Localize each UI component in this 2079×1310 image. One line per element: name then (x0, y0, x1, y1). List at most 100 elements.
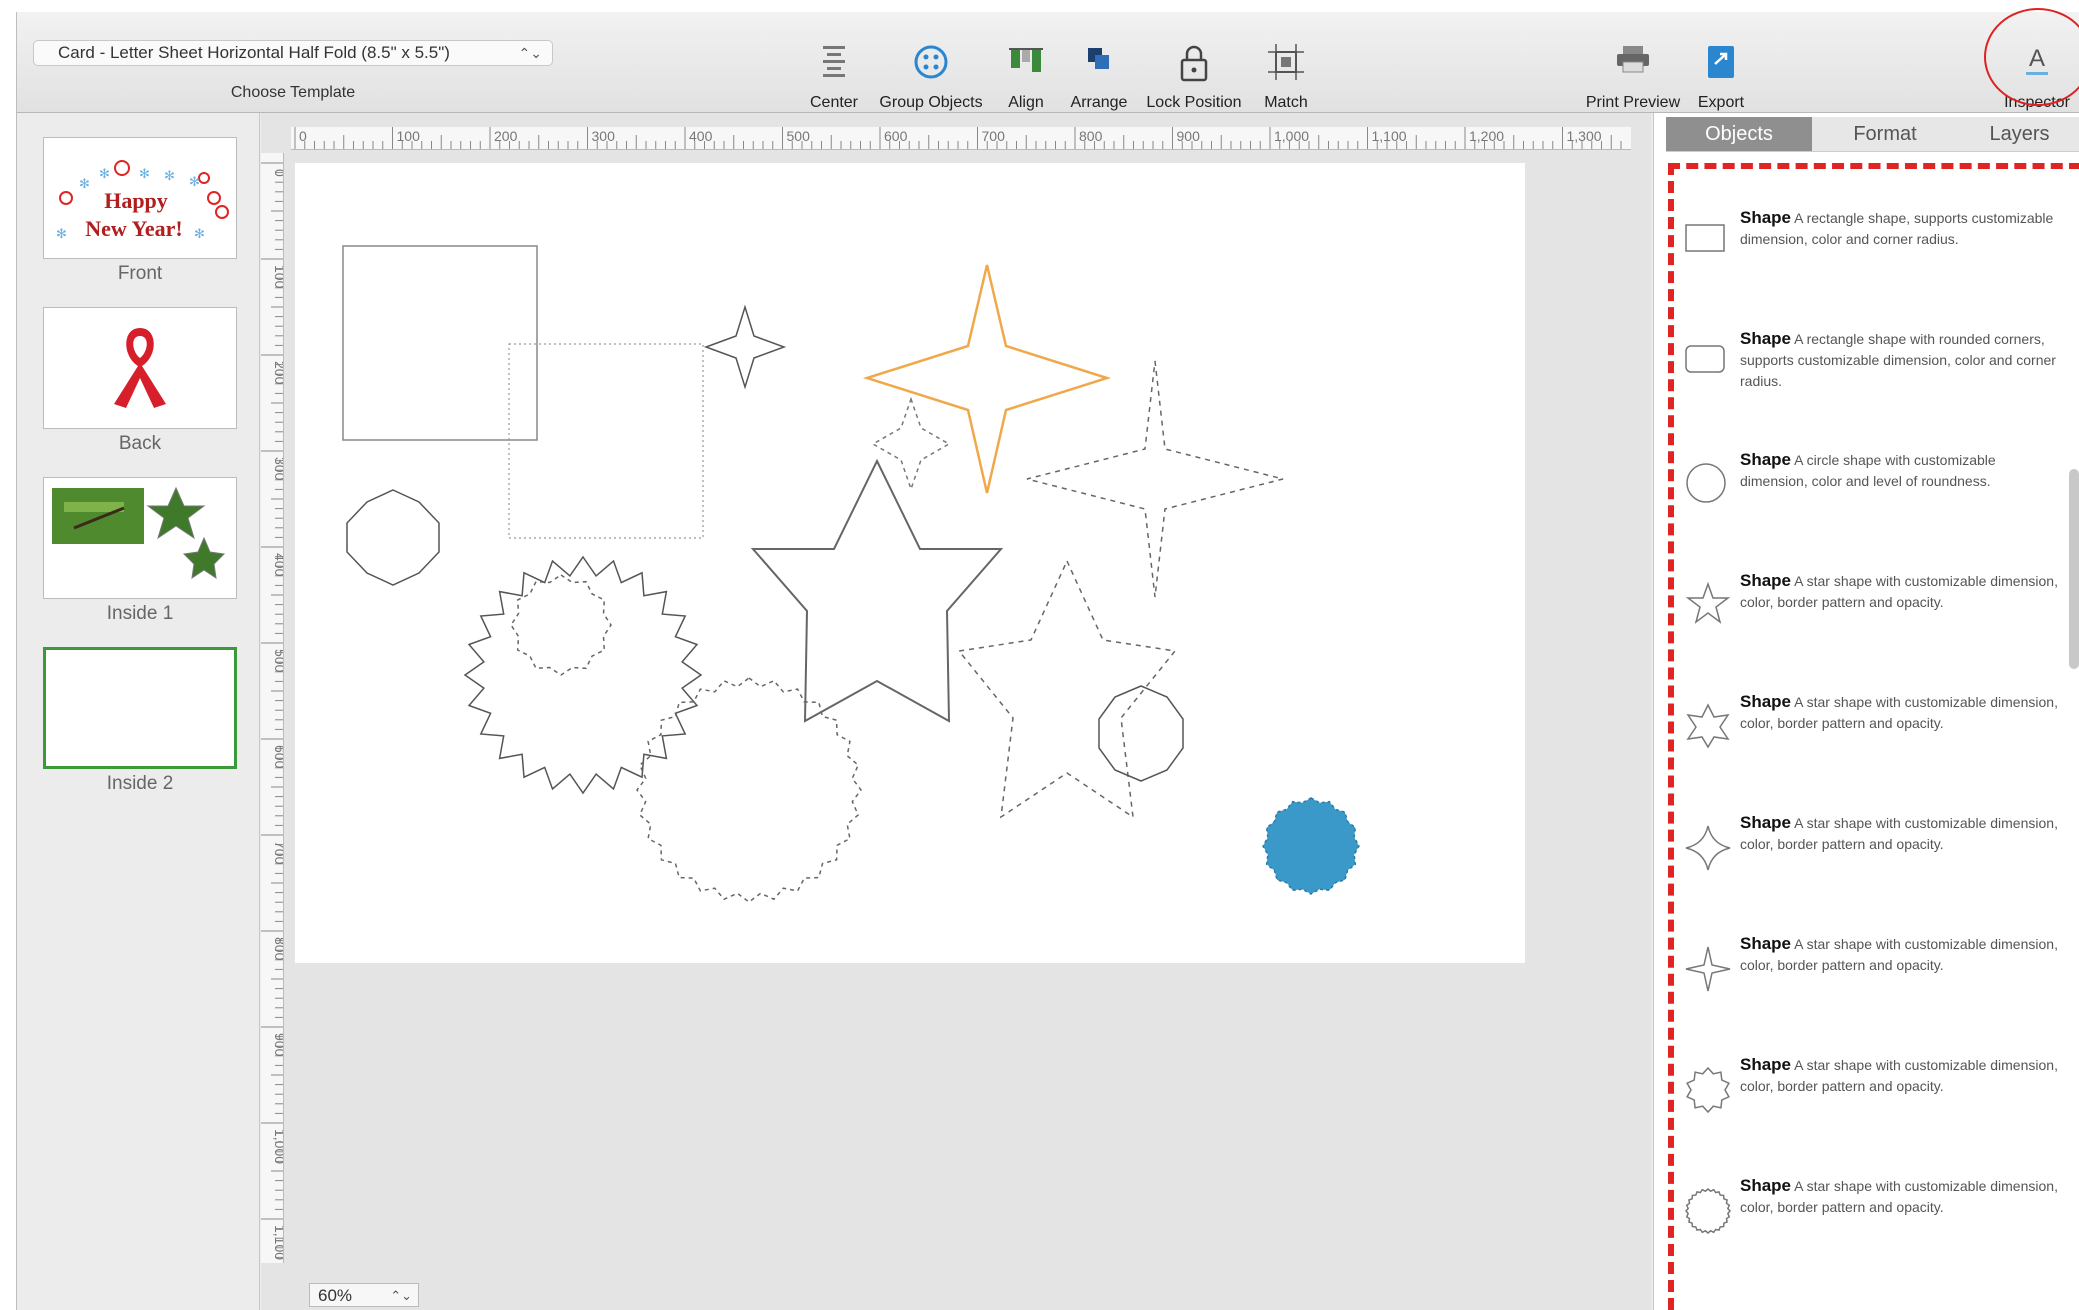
small-four-point-star-shape[interactable] (703, 304, 787, 390)
dashed-five-point-star-shape[interactable] (957, 559, 1177, 819)
ruler-label: 1,000 (272, 1129, 283, 1164)
horizontal-ruler: 0 100 200 300 400 500 600 700 800 900 1,000 1,100 1,… (291, 127, 1631, 150)
five-point-star-icon (1685, 581, 1731, 624)
svg-text:✻: ✻ (164, 168, 175, 183)
object-item-star-5[interactable]: Shape A star shape with customizable dim… (1674, 562, 2079, 672)
inside-1-photo-preview (52, 486, 226, 580)
lock-position-button[interactable]: Lock Position (1139, 30, 1249, 111)
design-page[interactable] (295, 163, 1525, 963)
printer-icon (1617, 46, 1649, 73)
object-item-seal[interactable]: Shape A star shape with customizable dim… (1674, 1167, 2079, 1277)
front-text-happy: Happy (104, 188, 168, 213)
dashed-small-seal-shape[interactable] (510, 574, 612, 676)
dashed-seal-shape[interactable] (636, 677, 862, 903)
object-item-title: Shape (1740, 571, 1792, 590)
object-item-title: Shape (1740, 450, 1792, 469)
ruler-label: 800 (272, 937, 283, 961)
export-button[interactable]: Export (1689, 30, 1753, 111)
object-item-circle[interactable]: Shape A circle shape with customizable d… (1674, 441, 2079, 551)
ruler-label: 500 (787, 128, 811, 144)
group-objects-label: Group Objects (879, 94, 983, 111)
object-item-star-4[interactable]: Shape A star shape with customizable dim… (1674, 925, 2079, 1035)
tab-format[interactable]: Format (1812, 117, 1958, 151)
object-item-description: Shape A star shape with customizable dim… (1740, 812, 2060, 855)
circle-icon (1686, 463, 1726, 503)
svg-text:✻: ✻ (194, 226, 205, 241)
ruler-label: 100 (272, 265, 283, 289)
octagon-shape[interactable] (1098, 685, 1184, 782)
arrange-label: Arrange (1070, 94, 1128, 111)
object-item-title: Shape (1740, 934, 1792, 953)
object-item-diamond-star[interactable]: Shape A star shape with customizable dim… (1674, 804, 2079, 914)
diamond-star-icon (1685, 825, 1731, 871)
ruler-label: 1,200 (1469, 128, 1504, 144)
ruler-label: 1,100 (272, 1225, 283, 1260)
align-center-icon (823, 46, 845, 77)
ruler-label: 900 (1177, 128, 1201, 144)
object-item-description: Shape A rectangle shape, supports custom… (1740, 207, 2060, 250)
ruler-label: 1,000 (1274, 128, 1309, 144)
ruler-label: 600 (884, 128, 908, 144)
blue-seal-shape[interactable] (1262, 797, 1360, 895)
ribbon-icon (114, 328, 166, 408)
dotted-rectangle-shape[interactable] (508, 343, 704, 539)
select-chevron-icon: ⌃⌄ (518, 45, 542, 61)
tab-layers[interactable]: Layers (1958, 117, 2079, 151)
object-item-rounded-rectangle[interactable]: Shape A rectangle shape with rounded cor… (1674, 320, 2079, 430)
svg-text:✻: ✻ (56, 226, 67, 241)
svg-text:✻: ✻ (79, 176, 90, 191)
object-item-star-6[interactable]: Shape A star shape with customizable dim… (1674, 683, 2079, 793)
svg-text:✻: ✻ (99, 166, 110, 181)
align-button[interactable]: Align (993, 30, 1059, 111)
selected-orange-star-shape[interactable] (862, 264, 1112, 494)
ruler-label: 900 (272, 1033, 283, 1057)
seal-icon (1685, 1188, 1731, 1234)
starburst-shape[interactable] (463, 555, 703, 795)
four-point-star-icon (1685, 946, 1731, 992)
thumbnail-front[interactable]: ✻ ✻ ✻ ✻ ✻ ✻ ✻ Happy New Year! (43, 137, 237, 259)
tab-objects[interactable]: Objects (1666, 117, 1812, 151)
object-item-rectangle[interactable]: Shape A rectangle shape, supports custom… (1674, 199, 2079, 309)
inspector-scrollbar[interactable] (2069, 469, 2079, 669)
object-item-title: Shape (1740, 1176, 1792, 1195)
horizontal-ruler-ticks: 0 100 200 300 400 500 600 700 800 900 1,000 1,100 1,… (294, 127, 1622, 149)
ruler-label: 100 (397, 128, 421, 144)
zoom-select[interactable]: 60% ⌃⌄ (309, 1283, 419, 1307)
ruler-label: 400 (272, 553, 283, 577)
object-item-description: Shape A star shape with customizable dim… (1740, 691, 2060, 734)
toolbar: Card - Letter Sheet Horizontal Half Fold… (17, 12, 2079, 113)
objects-list: Shape A rectangle shape, supports custom… (1668, 163, 2079, 1310)
object-item-description: Shape A star shape with customizable dim… (1740, 1175, 2060, 1218)
ruler-label: 1,100 (1372, 128, 1407, 144)
heptagon-shape[interactable] (346, 489, 440, 586)
thumbnail-back[interactable] (43, 307, 237, 429)
lock-position-label: Lock Position (1146, 94, 1242, 111)
template-select-value: Card - Letter Sheet Horizontal Half Fold… (58, 43, 450, 62)
group-objects-button[interactable]: Group Objects (869, 30, 993, 111)
ruler-label: 200 (494, 128, 518, 144)
dashed-four-point-star-shape[interactable] (1026, 360, 1284, 598)
six-point-star-icon (1686, 703, 1730, 749)
align-label: Align (1008, 94, 1044, 111)
align-icon (1009, 48, 1043, 72)
template-select[interactable]: Card - Letter Sheet Horizontal Half Fold… (33, 40, 553, 66)
arrange-button[interactable]: Arrange (1059, 30, 1139, 111)
print-preview-button[interactable]: Print Preview (1577, 30, 1689, 111)
rectangle-shape[interactable] (342, 245, 538, 441)
object-item-title: Shape (1740, 329, 1792, 348)
thumbnail-inside-1[interactable] (43, 477, 237, 599)
thumbnail-inside-2[interactable] (43, 647, 237, 769)
object-item-title: Shape (1740, 208, 1792, 227)
ruler-label: 0 (272, 169, 283, 177)
match-button[interactable]: Match (1249, 30, 1323, 111)
front-card-preview: ✻ ✻ ✻ ✻ ✻ ✻ ✻ Happy New Year! (56, 160, 229, 241)
page-thumbnails-panel: ✻ ✻ ✻ ✻ ✻ ✻ ✻ Happy New Year! Front Back Insid… (17, 113, 260, 1310)
front-text-new-year: New Year! (85, 216, 183, 241)
match-icon (1268, 44, 1304, 80)
center-label: Center (809, 94, 859, 111)
object-item-starburst[interactable]: Shape A star shape with customizable dim… (1674, 1046, 2079, 1156)
five-point-star-shape[interactable] (750, 458, 1004, 723)
center-button[interactable]: Center (799, 30, 869, 111)
ruler-label: 700 (982, 128, 1006, 144)
object-item-description: Shape A rectangle shape with rounded cor… (1740, 328, 2060, 392)
